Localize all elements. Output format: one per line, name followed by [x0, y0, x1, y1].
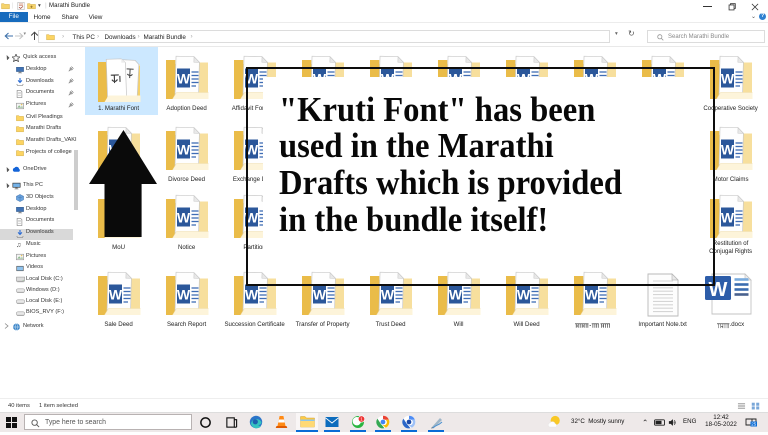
svg-text:W: W [584, 286, 598, 302]
svg-text:W: W [380, 286, 394, 302]
svg-text:W: W [176, 210, 190, 226]
svg-text:W: W [720, 141, 734, 157]
svg-text:W: W [516, 286, 530, 302]
svg-text:W: W [312, 286, 326, 302]
svg-text:W: W [720, 71, 734, 87]
svg-text:W: W [720, 210, 734, 226]
svg-text:W: W [176, 286, 190, 302]
svg-text:W: W [176, 71, 190, 87]
svg-text:W: W [244, 286, 258, 302]
svg-text:W: W [108, 286, 122, 302]
svg-text:W: W [448, 286, 462, 302]
svg-text:25: 25 [751, 422, 756, 427]
svg-text:W: W [176, 141, 190, 157]
